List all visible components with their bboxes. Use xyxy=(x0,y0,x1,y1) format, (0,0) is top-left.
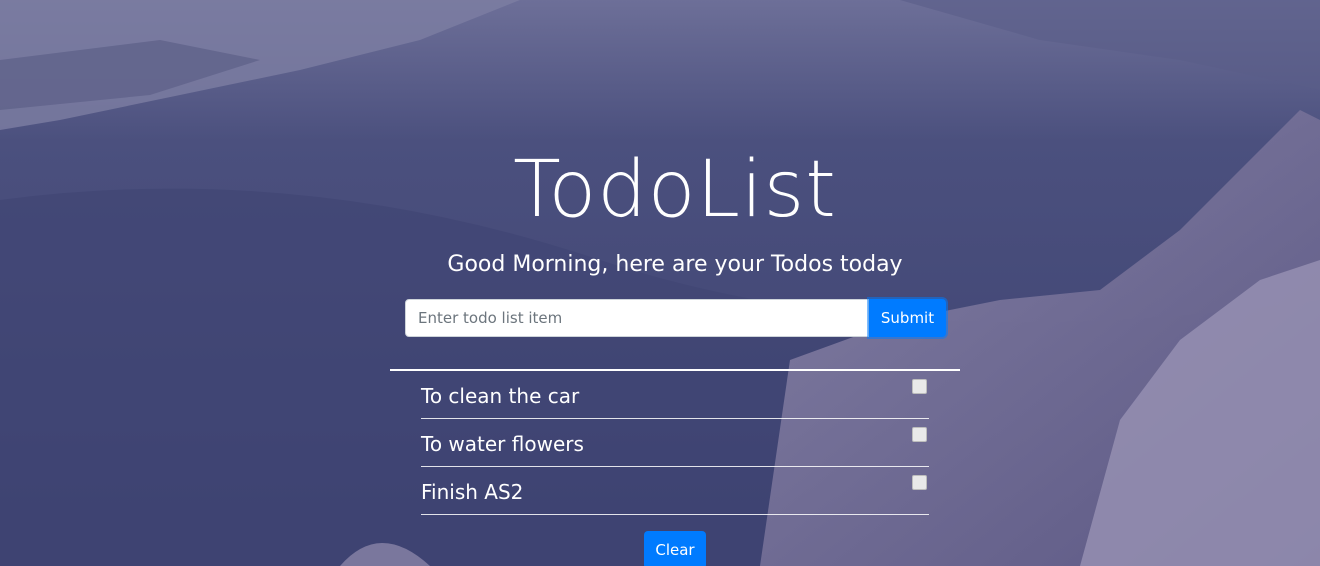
todo-form: Submit xyxy=(405,299,946,337)
todo-text: To clean the car xyxy=(421,384,580,408)
todo-input[interactable] xyxy=(405,299,869,337)
list-item: To clean the car xyxy=(421,371,929,419)
page-subtitle: Good Morning, here are your Todos today xyxy=(447,252,903,277)
todo-text: To water flowers xyxy=(421,432,584,456)
list-item: To water flowers xyxy=(421,419,929,467)
todo-list: To clean the car To water flowers Finish… xyxy=(421,371,929,515)
todo-checkbox[interactable] xyxy=(912,427,927,442)
list-item: Finish AS2 xyxy=(421,467,929,515)
todo-checkbox[interactable] xyxy=(912,379,927,394)
todo-app: TodoList Good Morning, here are your Tod… xyxy=(0,0,1320,566)
todo-checkbox[interactable] xyxy=(912,475,927,490)
submit-button[interactable]: Submit xyxy=(869,299,946,337)
page-title: TodoList xyxy=(513,145,837,235)
todo-text: Finish AS2 xyxy=(421,480,524,504)
clear-button[interactable]: Clear xyxy=(644,531,706,566)
